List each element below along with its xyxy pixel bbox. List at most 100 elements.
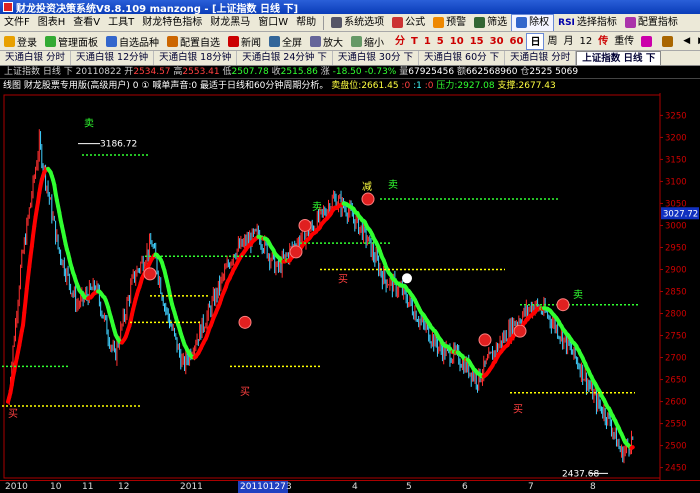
period-10[interactable]: 10 [447,33,467,50]
signal-marker-dot [298,218,312,232]
indicator-name[interactable]: 财龙股票专用版(高级用户) [24,81,130,91]
period-5[interactable]: 5 [434,33,447,50]
tab-silver-18min[interactable]: 天通白银 18分钟 [154,51,238,65]
login-icon [4,35,15,47]
period-minute[interactable]: 分 [392,33,408,50]
filter-button[interactable]: 筛选 [470,14,511,31]
reupload-button[interactable]: 重传 [611,33,637,50]
tab-silver-60min[interactable]: 天通白银 60分 下 [419,51,506,65]
y-tick-label: 3100 [665,177,687,187]
zoom-in-button[interactable]: 放大 [306,33,347,50]
time-axis-tick: 11 [82,482,94,492]
menu-special-indicators[interactable]: 财龙特色指标 [138,14,206,31]
period-60[interactable]: 60 [507,33,527,50]
config-watchlist-button[interactable]: 配置自选 [163,33,224,50]
menu-chart[interactable]: 图表H [34,14,70,31]
draw-icon [641,35,653,47]
quote-change: -18.50 [332,67,362,77]
quote-amount: 662568960 [465,67,518,77]
quote-change-pct: -0.73% [364,67,397,77]
nav-forward-button[interactable]: ▶ [694,33,700,50]
quote-open: 2534.57 [133,67,171,77]
tab-silver-timeline-2[interactable]: 天通白银 分时 [505,51,577,65]
indicator-c: :0 [424,81,434,91]
config-indicator-button[interactable]: 配置指标 [621,14,682,31]
zoom-out-button[interactable]: 缩小 [347,33,388,50]
tab-shanghai-index-daily[interactable]: 上证指数 日线 下 [576,51,662,65]
select-indicator-label: 选择指标 [576,16,617,28]
period-12[interactable]: 12 [576,33,595,50]
buy-signal-label: 买 [8,408,18,420]
ex-rights-button[interactable]: 除权 [511,14,555,31]
price-chart[interactable]: 3250 3200 3150 3100 3050 3000 2950 2900 2850 2800… [0,93,700,480]
window-title: 财龙投资决策系统V8.8.109 manzong - [上证指数 日线 下] [16,3,299,15]
menu-dark-horse[interactable]: 财龙黑马 [206,14,254,31]
tab-silver-30min[interactable]: 天通白银 30分 下 [333,51,420,65]
y-tick-label: 2550 [665,420,687,430]
plot-frame [3,94,661,479]
manage-panel-button[interactable]: 管理面板 [41,33,102,50]
fullscreen-icon [269,35,280,47]
time-axis-tick: 8 [590,482,596,492]
fullscreen-button[interactable]: 全屏 [265,33,306,50]
candlestick-chart-svg[interactable]: 3250320031503100305030002950290028502800… [0,93,700,480]
period-day[interactable]: 日 [526,32,545,50]
news-button[interactable]: 新闻 [224,33,265,50]
tab-silver-timeline[interactable]: 天通白银 分时 [0,51,72,65]
tab-silver-12min[interactable]: 天通白银 12分钟 [71,51,155,65]
title-bar: 财龙投资决策系统V8.8.109 manzong - [上证指数 日线 下] [0,0,700,15]
zoom-in-icon [310,35,321,47]
period-15[interactable]: 15 [467,33,487,50]
chevron-left-icon: ◀ [683,36,691,46]
menu-separator [323,15,325,30]
watchlist-button[interactable]: 自选品种 [102,33,163,50]
quote-extra: 5069 [555,67,579,77]
y-tick-label: 2900 [665,265,687,275]
period-tick[interactable]: T [408,33,421,50]
time-axis-tick: 2010 [5,482,28,492]
manage-panel-label: 管理面板 [58,37,98,49]
config-icon [624,17,636,28]
indicator-controls[interactable]: 0 ① [133,81,150,91]
upload-button[interactable]: 传 [595,33,611,50]
time-axis-tick: 3 [286,482,292,492]
quote-high: 2553.41 [182,67,220,77]
period-month[interactable]: 月 [560,33,576,50]
menu-file[interactable]: 文件F [0,14,34,31]
signal-marker-dot [556,298,570,312]
alert-button[interactable]: 预警 [429,14,470,31]
time-axis-tick: 7 [528,482,534,492]
menu-view[interactable]: 查看V [69,14,104,31]
buy-signal-label: 买 [513,404,523,416]
menu-tools[interactable]: 工具T [104,14,138,31]
draw-tool-button[interactable] [637,33,658,50]
pen-tool-button[interactable] [658,33,679,50]
y-tick-label: 2750 [665,332,687,342]
y-tick-label: 2950 [665,243,687,253]
trend-ma-segment [629,445,635,450]
system-options-button[interactable]: 系统选项 [327,14,388,31]
menu-window[interactable]: 窗口W [254,14,292,31]
peak-price-label: 3186.72 [100,140,137,150]
signal-marker-dot [143,267,157,281]
period-30[interactable]: 30 [487,33,507,50]
filter-icon [474,17,486,28]
period-week[interactable]: 周 [544,33,560,50]
menu-help[interactable]: 帮助 [292,14,320,31]
indicator-description: 喊单声音:0 最适于日线和60分钟周期分析。 [152,81,329,91]
sp-label: 卖盘位: [331,81,362,91]
config-watchlist-label: 配置自选 [180,37,220,49]
sell-signal-label: 减 [362,181,372,193]
chart-tab-row: 天通白银 分时 天通白银 12分钟 天通白银 18分钟 天通白银 24分钟 下 … [0,51,700,66]
period-1[interactable]: 1 [421,33,434,50]
amount-label: 额 [456,67,466,77]
signal-marker-dot [361,192,375,206]
nav-back-button[interactable]: ◀ [679,33,694,50]
select-indicator-button[interactable]: RSI 选择指标 [554,14,621,31]
quote-name: 上证指数 日线 下 [4,67,73,77]
formula-button[interactable]: 公式 [388,14,429,31]
login-button[interactable]: 登录 [0,33,41,50]
y-tick-label: 2650 [665,376,687,386]
tab-silver-24min[interactable]: 天通白银 24分钟 下 [237,51,333,65]
time-axis-tick: 4 [352,482,358,492]
